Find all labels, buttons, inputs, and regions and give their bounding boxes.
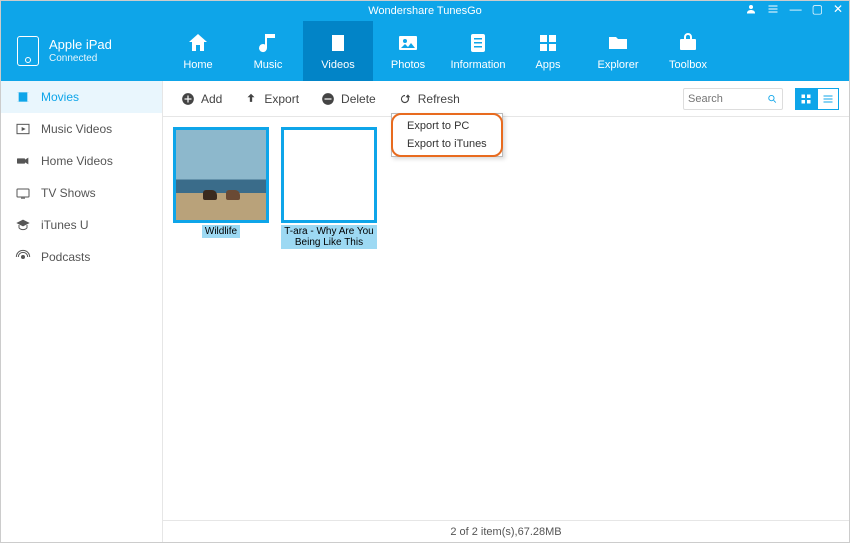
- menu-icon[interactable]: [767, 3, 779, 18]
- search-box[interactable]: [683, 88, 783, 110]
- video-thumbnail: [173, 127, 269, 223]
- sidebar-item-home-videos[interactable]: Home Videos: [1, 145, 162, 177]
- graduation-icon: [15, 217, 31, 233]
- tab-home[interactable]: Home: [163, 21, 233, 81]
- tab-explorer[interactable]: Explorer: [583, 21, 653, 81]
- tab-explorer-label: Explorer: [598, 59, 639, 71]
- device-name: Apple iPad: [49, 37, 112, 53]
- sidebar-item-label: TV Shows: [41, 186, 96, 200]
- video-item[interactable]: T-ara - Why Are You Being Like This: [281, 127, 377, 249]
- export-to-itunes[interactable]: Export to iTunes: [393, 135, 501, 153]
- header: Apple iPad Connected Home Music Videos P…: [1, 21, 849, 81]
- title-bar: Wondershare TunesGo — ▢ ✕: [1, 1, 849, 21]
- tab-music-label: Music: [254, 59, 283, 71]
- tab-music[interactable]: Music: [233, 21, 303, 81]
- export-label: Export: [264, 92, 299, 106]
- sidebar-item-label: Podcasts: [41, 250, 90, 264]
- video-item[interactable]: Wildlife: [173, 127, 269, 249]
- device-status: Connected: [49, 53, 112, 65]
- export-icon: [244, 92, 258, 106]
- sidebar-item-music-videos[interactable]: Music Videos: [1, 113, 162, 145]
- minus-icon: [321, 92, 335, 106]
- plus-icon: [181, 92, 195, 106]
- export-dropdown: Export to PC Export to iTunes: [391, 113, 503, 157]
- tab-toolbox-label: Toolbox: [669, 59, 707, 71]
- app-title: Wondershare TunesGo: [368, 5, 482, 17]
- tab-videos-label: Videos: [321, 59, 354, 71]
- sidebar: Movies Music Videos Home Videos TV Shows…: [1, 81, 163, 542]
- music-video-icon: [15, 121, 31, 137]
- export-button[interactable]: Export: [236, 88, 307, 110]
- tab-home-label: Home: [183, 59, 212, 71]
- sidebar-item-podcasts[interactable]: Podcasts: [1, 241, 162, 273]
- close-button[interactable]: ✕: [833, 3, 843, 15]
- status-bar: 2 of 2 item(s),67.28MB: [163, 520, 849, 542]
- sidebar-item-label: Home Videos: [41, 154, 113, 168]
- sidebar-item-label: Movies: [41, 90, 79, 104]
- sidebar-item-label: Music Videos: [41, 122, 112, 136]
- refresh-button[interactable]: Refresh: [390, 88, 468, 110]
- sidebar-item-tv-shows[interactable]: TV Shows: [1, 177, 162, 209]
- video-label: T-ara - Why Are You Being Like This: [281, 225, 377, 249]
- sidebar-item-movies[interactable]: Movies: [1, 81, 162, 113]
- tab-information[interactable]: Information: [443, 21, 513, 81]
- tv-icon: [15, 185, 31, 201]
- user-icon[interactable]: [745, 3, 757, 18]
- delete-button[interactable]: Delete: [313, 88, 384, 110]
- search-icon: [767, 93, 778, 105]
- list-view-button[interactable]: [817, 88, 839, 110]
- device-panel[interactable]: Apple iPad Connected: [1, 21, 163, 81]
- podcast-icon: [15, 249, 31, 265]
- add-button[interactable]: Add: [173, 88, 230, 110]
- list-icon: [822, 93, 834, 105]
- toolbar: Add Export Delete Refresh: [163, 81, 849, 117]
- video-label: Wildlife: [202, 225, 240, 238]
- video-grid: Wildlife T-ara - Why Are You Being Like …: [163, 117, 849, 520]
- grid-view-button[interactable]: [795, 88, 817, 110]
- device-icon: [17, 36, 39, 66]
- add-label: Add: [201, 92, 222, 106]
- minimize-button[interactable]: —: [790, 3, 802, 15]
- tab-toolbox[interactable]: Toolbox: [653, 21, 723, 81]
- grid-icon: [800, 93, 812, 105]
- sidebar-item-itunes-u[interactable]: iTunes U: [1, 209, 162, 241]
- sidebar-item-label: iTunes U: [41, 218, 89, 232]
- nav-tabs: Home Music Videos Photos Information App…: [163, 21, 849, 81]
- status-text: 2 of 2 item(s),67.28MB: [450, 526, 561, 538]
- search-input[interactable]: [688, 93, 767, 105]
- tab-information-label: Information: [450, 59, 505, 71]
- camcorder-icon: [15, 153, 31, 169]
- film-icon: [15, 89, 31, 105]
- tab-apps-label: Apps: [535, 59, 560, 71]
- maximize-button[interactable]: ▢: [812, 3, 823, 15]
- tab-apps[interactable]: Apps: [513, 21, 583, 81]
- tab-photos-label: Photos: [391, 59, 425, 71]
- refresh-icon: [398, 92, 412, 106]
- refresh-label: Refresh: [418, 92, 460, 106]
- delete-label: Delete: [341, 92, 376, 106]
- tab-photos[interactable]: Photos: [373, 21, 443, 81]
- video-thumbnail: [281, 127, 377, 223]
- export-to-pc[interactable]: Export to PC: [393, 117, 501, 135]
- tab-videos[interactable]: Videos: [303, 21, 373, 81]
